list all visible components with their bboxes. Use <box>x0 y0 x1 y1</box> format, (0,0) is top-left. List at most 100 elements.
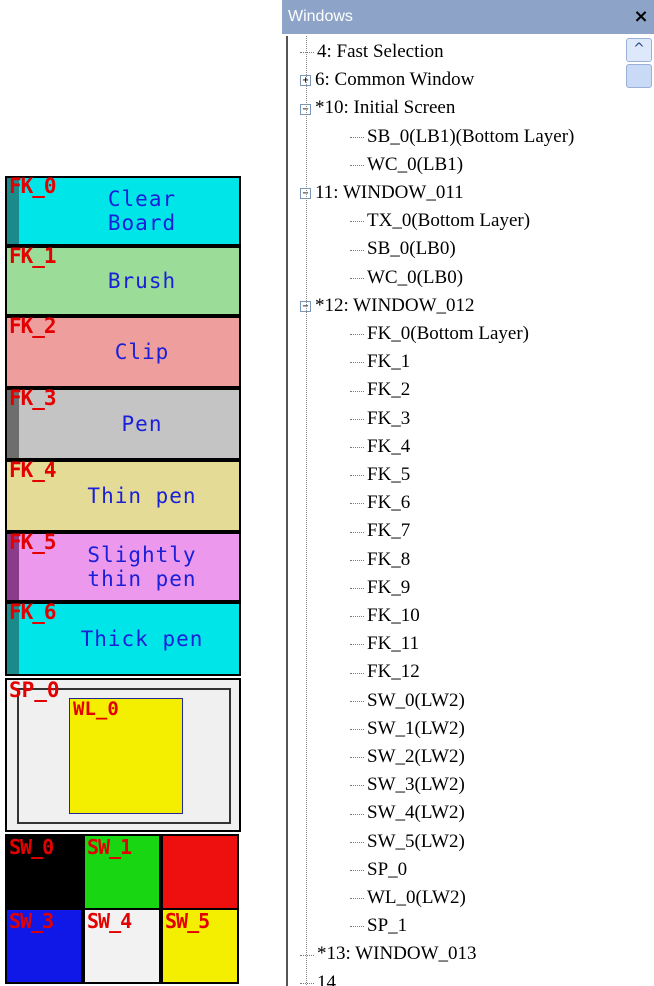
tree-node-label: FK_2 <box>367 379 411 401</box>
tree-node[interactable]: FK_10 <box>350 602 420 630</box>
tree-node-label: *10: Initial Screen <box>315 97 456 119</box>
tree-node[interactable]: SW_2(LW2) <box>350 743 465 771</box>
tree-node-label: FK_12 <box>367 661 420 683</box>
tree-node-label: FK_3 <box>367 407 411 429</box>
tree-connector <box>350 221 364 223</box>
tree-connector <box>350 503 364 505</box>
tree-node[interactable]: SB_0(LB0) <box>350 235 456 263</box>
tree-node[interactable]: FK_11 <box>350 630 419 658</box>
tree-node[interactable]: FK_4 <box>350 433 410 461</box>
tree-connector <box>350 785 364 787</box>
fk-button-clear-board[interactable]: FK_0 Clear Board <box>5 174 241 246</box>
tree-node-label: TX_0(Bottom Layer) <box>367 210 531 232</box>
tree-node-label: *12: WINDOW_012 <box>315 294 475 316</box>
scroll-up-button[interactable]: ^ <box>626 38 652 62</box>
tree-node[interactable]: SW_1(LW2) <box>350 715 465 743</box>
tree-node-label: FK_1 <box>367 351 411 373</box>
fk-button-brush[interactable]: FK_1 Brush <box>5 244 241 316</box>
tree-node[interactable]: −11: WINDOW_011 <box>300 179 464 207</box>
swatch-tag: SW_3 <box>9 909 54 933</box>
tree-node[interactable]: SB_0(LB1)(Bottom Layer) <box>350 123 574 151</box>
tree-connector <box>350 700 364 702</box>
chevron-up-icon: ^ <box>633 41 645 57</box>
tree-node[interactable]: SP_1 <box>350 912 407 940</box>
swatch-sw2[interactable]: SW_2 <box>161 834 239 910</box>
fk-button-thin-pen[interactable]: FK_4 Thin pen <box>5 458 241 532</box>
tree-node[interactable]: FK_12 <box>350 658 420 686</box>
tree-node[interactable]: SW_3(LW2) <box>350 771 465 799</box>
panel-title: Windows <box>288 8 353 25</box>
tree-node[interactable]: FK_6 <box>350 489 410 517</box>
tree-connector <box>350 334 364 336</box>
tree-node-label: WC_0(LB0) <box>367 266 464 288</box>
tree-node[interactable]: − *10: Initial Screen <box>300 94 455 122</box>
panel-title-bar: Windows <box>282 0 654 34</box>
tree-guide-line <box>306 36 307 986</box>
tree-node[interactable]: FK_8 <box>350 546 410 574</box>
tree-connector <box>350 841 364 843</box>
tree-node-label: 4: Fast Selection <box>317 41 444 62</box>
tree-node-label: FK_0(Bottom Layer) <box>367 323 530 344</box>
tree-node[interactable]: FK_9 <box>350 574 410 602</box>
tree-node[interactable]: TX_0(Bottom Layer) <box>350 207 530 235</box>
tree-node[interactable]: FK_2 <box>350 376 410 404</box>
swatch-sw1[interactable]: SW_1 <box>83 834 161 910</box>
tree-node-label: WC_0(LB1) <box>367 153 464 175</box>
tree-node[interactable]: +6: Common Window <box>300 66 474 94</box>
tree-connector <box>350 446 364 448</box>
tree-node[interactable]: 4: Fast Selection <box>300 38 444 66</box>
tree-node[interactable]: WC_0(LB0) <box>350 264 463 292</box>
tree-connector <box>350 616 364 618</box>
tree-node-label: *13: WINDOW_013 <box>317 943 477 965</box>
tree-node-label: SW_5(LW2) <box>367 830 465 852</box>
tree-node[interactable]: FK_3 <box>350 405 410 433</box>
tree-node[interactable]: SP_0 <box>350 856 407 884</box>
tree-node[interactable]: FK_0(Bottom Layer) <box>350 320 529 348</box>
tree-connector <box>350 757 364 759</box>
swatch-sw5[interactable]: SW_5 <box>161 908 239 984</box>
scrollbar-thumb[interactable] <box>626 64 652 88</box>
fk-button-thick-pen[interactable]: FK_6 Thick pen <box>5 600 241 676</box>
scroll-panel-sp0[interactable]: SP_0 WL_0 <box>5 678 241 832</box>
windows-tree: 4: Fast Selection +6: Common Window − *10: … <box>286 36 626 986</box>
tree-node-label: SB_0(LB1)(Bottom Layer) <box>367 125 575 147</box>
tree-connector <box>350 644 364 646</box>
swatch-tag: SW_5 <box>165 909 210 933</box>
tree-node[interactable]: SW_4(LW2) <box>350 799 465 827</box>
fk-button-pen[interactable]: FK_3 Pen <box>5 386 241 460</box>
tree-node[interactable]: FK_7 <box>350 517 410 545</box>
tree-node-label: FK_10 <box>367 605 420 626</box>
fk-caption: Clip <box>114 340 170 364</box>
tree-node[interactable]: FK_5 <box>350 461 410 489</box>
fk-button-clip[interactable]: FK_2 Clip <box>5 314 241 388</box>
fk-button-slightly-thin-pen[interactable]: FK_5 Slightly thin pen <box>5 530 241 602</box>
tree-node-label: 11: WINDOW_011 <box>315 182 464 203</box>
tree-connector <box>350 728 364 730</box>
tree-node-label: SW_1(LW2) <box>367 717 465 739</box>
fk-caption: Pen <box>121 412 163 436</box>
tree-node-label: SW_3(LW2) <box>367 774 465 796</box>
tree-node-label: SB_0(LB0) <box>367 238 456 260</box>
tree-node[interactable]: FK_1 <box>350 348 410 376</box>
swatch-sw3[interactable]: SW_3 <box>5 908 83 984</box>
tree-connector <box>350 362 364 364</box>
tree-node-label: FK_7 <box>367 520 411 542</box>
tree-node[interactable]: WC_0(LB1) <box>350 151 463 179</box>
windows-panel: Windows × 4: Fast Selection +6: Common Wi… <box>282 0 654 986</box>
tree-node[interactable]: SW_0(LW2) <box>350 687 465 715</box>
swatch-sw4[interactable]: SW_4 <box>83 908 161 984</box>
tree-node[interactable]: SW_5(LW2) <box>350 828 465 856</box>
tree-connector <box>350 898 364 900</box>
tree-node-label: 14 <box>317 971 336 986</box>
swatch-tag: SW_0 <box>9 835 54 859</box>
tree-connector <box>300 954 314 956</box>
tree-node-label: SP_1 <box>367 915 408 937</box>
swatch-tag: SW_4 <box>87 909 132 933</box>
fk-caption: Thin pen <box>87 484 197 508</box>
tree-node[interactable]: WL_0(LW2) <box>350 884 466 912</box>
tree-node[interactable]: − *12: WINDOW_012 <box>300 292 475 320</box>
swatch-sw0[interactable]: SW_0 <box>5 834 83 910</box>
close-icon[interactable]: × <box>632 8 650 26</box>
tree-node-label: FK_8 <box>367 548 411 570</box>
tree-node[interactable]: *13: WINDOW_013 <box>300 940 477 968</box>
